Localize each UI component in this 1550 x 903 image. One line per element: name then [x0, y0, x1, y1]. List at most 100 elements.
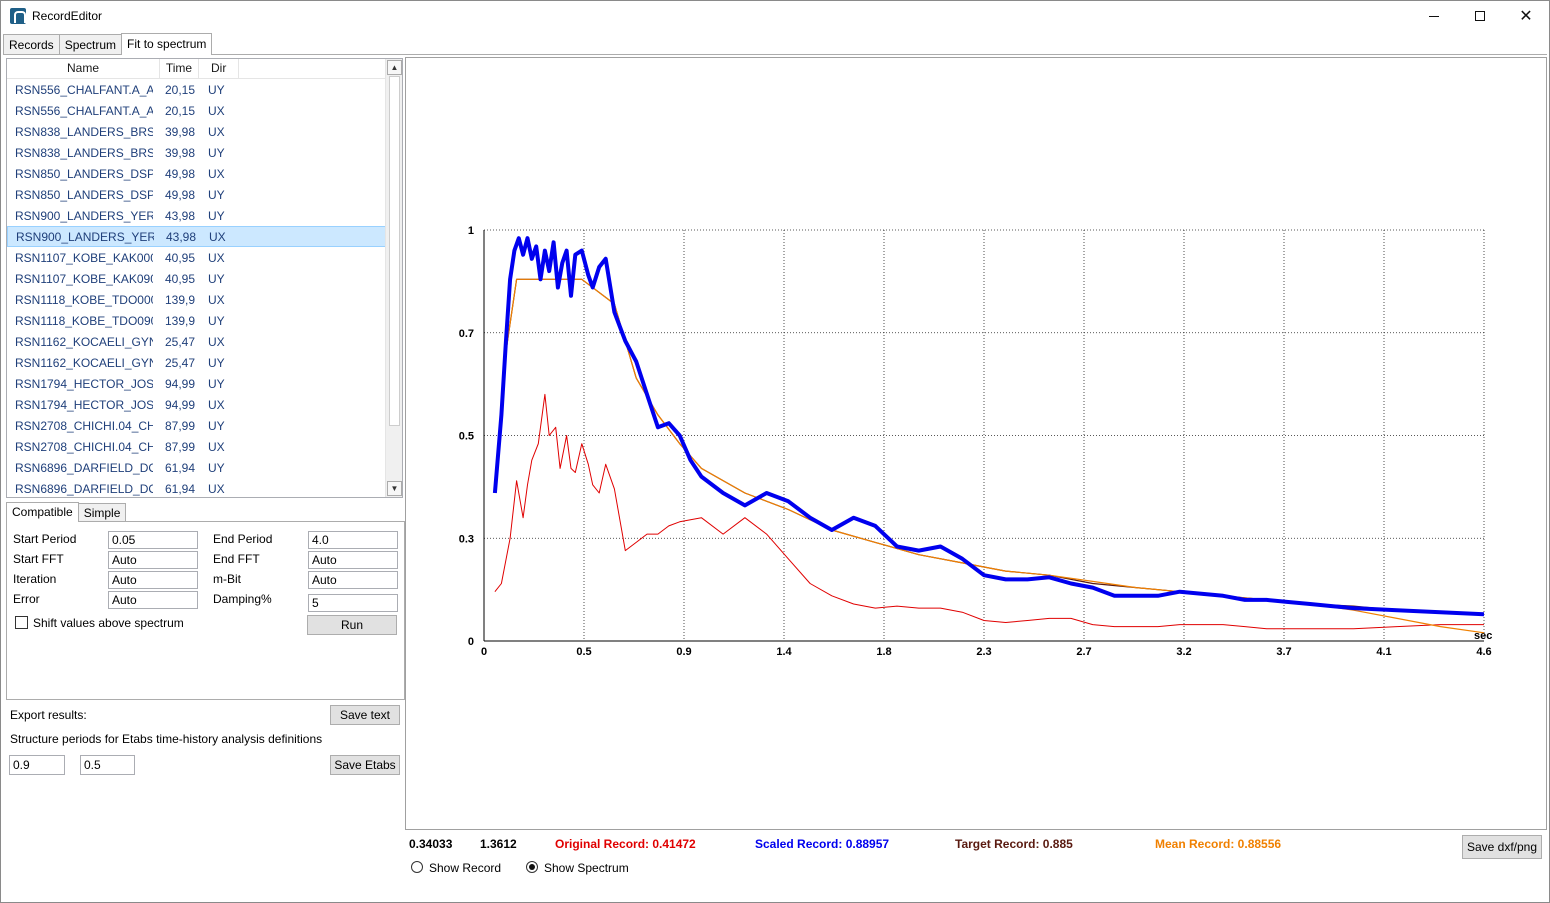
mbit-input[interactable]	[308, 571, 398, 589]
x-tick-label: 2.7	[1076, 646, 1091, 658]
record-time-cell: 139,9	[165, 313, 196, 328]
show-record-label: Show Record	[429, 861, 502, 875]
record-dir-cell: UX	[209, 229, 226, 244]
records-list[interactable]: Name Time Dir RSN556_CHALFANT.A_A-M 20,15…	[6, 58, 403, 498]
period-1-input[interactable]	[9, 755, 65, 775]
table-row[interactable]: RSN900_LANDERS_YER270 43,98 UY	[7, 205, 387, 226]
column-header-time[interactable]: Time	[160, 59, 199, 79]
iteration-label: Iteration	[13, 572, 57, 586]
mean-record-line	[494, 278, 1485, 634]
period-2-input[interactable]	[80, 755, 135, 775]
tab-simple[interactable]: Simple	[77, 503, 127, 522]
y-tick-label: 0.5	[459, 431, 474, 443]
table-row[interactable]: RSN2708_CHICHI.04_CHY0 87,99 UX	[7, 436, 387, 457]
record-name-cell: RSN1107_KOBE_KAK090	[15, 271, 153, 286]
record-time-cell: 43,98	[166, 229, 197, 244]
table-row[interactable]: RSN2708_CHICHI.04_CHY0 87,99 UY	[7, 415, 387, 436]
status-value-1: 0.34033	[409, 837, 453, 851]
save-text-button[interactable]: Save text	[330, 705, 400, 725]
table-row[interactable]: RSN1107_KOBE_KAK000 40,95 UX	[7, 247, 387, 268]
record-time-cell: 20,15	[165, 82, 196, 97]
column-header-dir[interactable]: Dir	[199, 59, 239, 79]
column-header-name[interactable]: Name	[7, 59, 160, 79]
y-tick-label: 0.3	[459, 533, 474, 545]
tab-records[interactable]: Records	[3, 34, 60, 55]
scroll-up-button[interactable]: ▲	[387, 60, 402, 75]
record-time-cell: 40,95	[165, 271, 196, 286]
table-row[interactable]: RSN556_CHALFANT.A_A-M 20,15 UX	[7, 100, 387, 121]
tab-spectrum[interactable]: Spectrum	[58, 34, 123, 55]
tabs-divider	[3, 54, 1547, 55]
start-period-input[interactable]	[108, 531, 198, 549]
record-dir-cell: UX	[208, 481, 225, 496]
damping-input[interactable]	[308, 594, 398, 612]
table-row[interactable]: RSN6896_DARFIELD_DOR0 61,94 UY	[7, 457, 387, 478]
list-scrollbar[interactable]: ▲ ▼	[385, 59, 402, 497]
record-name-cell: RSN850_LANDERS_DSP000	[15, 166, 153, 181]
target-record-value: Target Record: 0.885	[955, 837, 1073, 851]
record-time-cell: 94,99	[165, 376, 196, 391]
save-etabs-button[interactable]: Save Etabs	[330, 755, 400, 775]
table-row[interactable]: RSN1107_KOBE_KAK090 40,95 UY	[7, 268, 387, 289]
record-name-cell: RSN1162_KOCAELI_GYN090	[15, 355, 153, 370]
scaled-record-value: Scaled Record: 0.88957	[755, 837, 890, 851]
record-time-cell: 61,94	[165, 460, 196, 475]
record-name-cell: RSN1794_HECTOR_JOS360	[15, 397, 153, 412]
record-name-cell: RSN1118_KOBE_TDO000	[15, 292, 153, 307]
tab-compatible[interactable]: Compatible	[6, 502, 79, 522]
table-row[interactable]: RSN1794_HECTOR_JOS090 94,99 UY	[7, 373, 387, 394]
shift-values-checkbox[interactable]	[15, 616, 28, 629]
record-time-cell: 25,47	[165, 355, 196, 370]
y-tick-label: 0.7	[459, 328, 474, 340]
scroll-down-button[interactable]: ▼	[387, 481, 402, 496]
scroll-thumb[interactable]	[389, 76, 400, 426]
table-row[interactable]: RSN900_LANDERS_YER360 43,98 UX	[7, 226, 387, 247]
table-row[interactable]: RSN6896_DARFIELD_DOR0 61,94 UX	[7, 478, 387, 497]
app-window: RecordEditor ✕ Records Spectrum Fit to s…	[0, 0, 1550, 903]
start-fft-input[interactable]	[108, 551, 198, 569]
original-record-value: Original Record: 0.41472	[555, 837, 696, 851]
table-row[interactable]: RSN1162_KOCAELI_GYN000 25,47 UX	[7, 331, 387, 352]
table-row[interactable]: RSN838_LANDERS_BRS000 39,98 UX	[7, 121, 387, 142]
close-button[interactable]: ✕	[1503, 1, 1549, 31]
method-tabs: Compatible Simple	[6, 502, 127, 522]
x-tick-label: 0.9	[676, 646, 691, 658]
record-dir-cell: UY	[208, 376, 225, 391]
x-tick-label: 4.1	[1376, 646, 1391, 658]
record-name-cell: RSN838_LANDERS_BRS000	[15, 124, 153, 139]
x-tick-label: 2.3	[976, 646, 991, 658]
maximize-icon	[1475, 11, 1485, 21]
table-row[interactable]: RSN1162_KOCAELI_GYN090 25,47 UY	[7, 352, 387, 373]
record-dir-cell: UX	[208, 250, 225, 265]
table-row[interactable]: RSN850_LANDERS_DSP090 49,98 UY	[7, 184, 387, 205]
tab-fit-to-spectrum[interactable]: Fit to spectrum	[121, 33, 213, 55]
main-tabs: Records Spectrum Fit to spectrum	[3, 33, 213, 55]
record-dir-cell: UX	[208, 439, 225, 454]
record-name-cell: RSN1107_KOBE_KAK000	[15, 250, 153, 265]
record-name-cell: RSN850_LANDERS_DSP090	[15, 187, 153, 202]
table-row[interactable]: RSN1118_KOBE_TDO090 139,9 UY	[7, 310, 387, 331]
x-tick-label: 1.8	[876, 646, 891, 658]
mbit-label: m-Bit	[213, 572, 241, 586]
table-row[interactable]: RSN838_LANDERS_BRS090 39,98 UY	[7, 142, 387, 163]
save-dxf-png-button[interactable]: Save dxf/png	[1462, 835, 1542, 859]
run-button[interactable]: Run	[307, 615, 397, 635]
record-dir-cell: UY	[208, 187, 225, 202]
show-spectrum-radio[interactable]	[526, 861, 538, 873]
minimize-button[interactable]	[1411, 1, 1457, 31]
record-dir-cell: UY	[208, 460, 225, 475]
shift-values-label: Shift values above spectrum	[33, 616, 184, 630]
error-input[interactable]	[108, 591, 198, 609]
record-time-cell: 87,99	[165, 439, 196, 454]
show-record-radio[interactable]	[411, 861, 423, 873]
iteration-input[interactable]	[108, 571, 198, 589]
record-dir-cell: UY	[208, 82, 225, 97]
table-row[interactable]: RSN1794_HECTOR_JOS360 94,99 UX	[7, 394, 387, 415]
end-period-input[interactable]	[308, 531, 398, 549]
table-row[interactable]: RSN850_LANDERS_DSP000 49,98 UX	[7, 163, 387, 184]
end-fft-input[interactable]	[308, 551, 398, 569]
table-row[interactable]: RSN556_CHALFANT.A_A-M 20,15 UY	[7, 79, 387, 100]
table-row[interactable]: RSN1118_KOBE_TDO000 139,9 UX	[7, 289, 387, 310]
maximize-button[interactable]	[1457, 1, 1503, 31]
record-name-cell: RSN2708_CHICHI.04_CHY0	[15, 418, 153, 433]
